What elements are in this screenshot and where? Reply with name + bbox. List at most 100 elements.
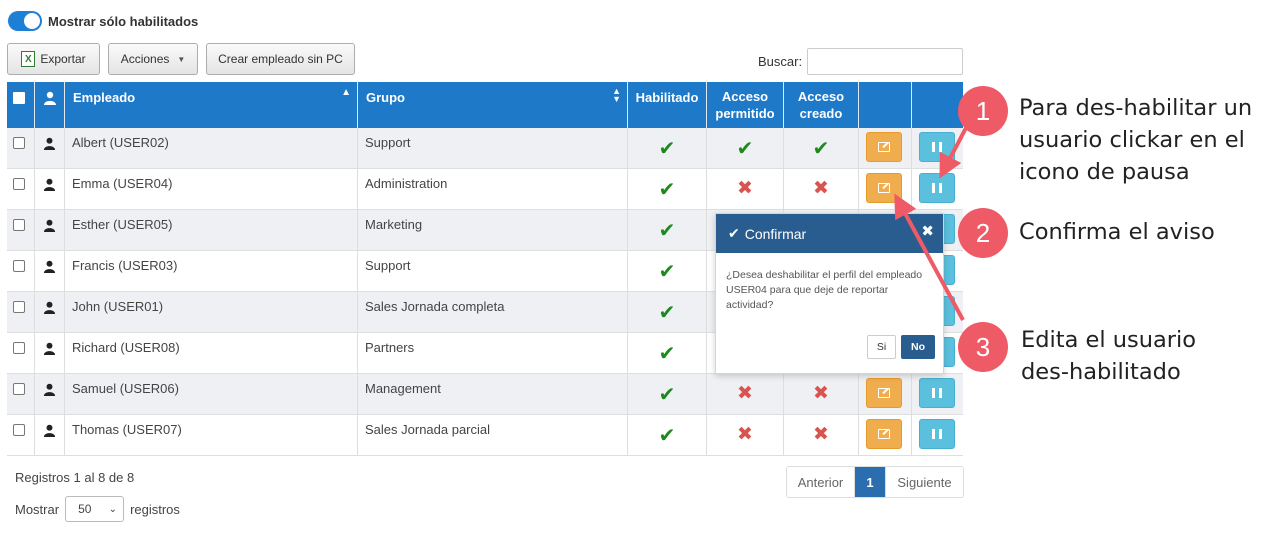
user-icon <box>43 219 56 232</box>
row-select-cell <box>7 251 35 291</box>
confirm-message: ¿Desea deshabilitar el perfil del emplea… <box>726 269 923 311</box>
access-created-header-line2: creado <box>799 106 843 121</box>
enabled-cell: ✔ <box>628 333 707 373</box>
enabled-cell: ✔ <box>628 374 707 414</box>
user-type-cell <box>35 374 65 414</box>
group-cell: Administration <box>358 169 628 209</box>
page-size-select[interactable]: 50 ⌄ <box>65 496 125 522</box>
edit-icon <box>878 429 890 439</box>
step-badge-1: 1 <box>958 86 1008 136</box>
group-column-header[interactable]: Grupo ▲ ▼ <box>358 82 628 128</box>
next-page-button[interactable]: Siguiente <box>886 467 963 497</box>
access-created-header-line1: Acceso <box>797 89 845 104</box>
edit-button[interactable] <box>866 132 902 162</box>
edit-icon <box>878 183 890 193</box>
toggle-knob <box>24 13 40 29</box>
group-cell: Partners <box>358 333 628 373</box>
employee-cell: Albert (USER02) <box>65 128 358 168</box>
pause-button[interactable] <box>919 378 955 408</box>
pause-icon <box>932 142 942 152</box>
pause-cell <box>912 128 963 168</box>
page-1-button[interactable]: 1 <box>855 467 886 497</box>
group-cell: Marketing <box>358 210 628 250</box>
access-allowed-cell: ✖ <box>707 169 784 209</box>
row-checkbox[interactable] <box>13 137 25 149</box>
row-checkbox[interactable] <box>13 301 25 313</box>
access-created-check-icon: ✔ <box>812 138 830 160</box>
enabled-check-icon: ✔ <box>658 425 676 447</box>
create-employee-button[interactable]: Crear empleado sin PC <box>206 43 355 75</box>
page-size-control: Mostrar 50 ⌄ registros <box>15 496 180 522</box>
table-row: Albert (USER02) Support ✔ ✔ ✔ <box>7 128 963 169</box>
access-created-cell: ✖ <box>784 374 859 414</box>
enabled-check-icon: ✔ <box>658 138 676 160</box>
step-badge-3: 3 <box>958 322 1008 372</box>
select-all-header[interactable] <box>7 82 35 128</box>
access-allowed-check-icon: ✔ <box>736 138 754 160</box>
access-allowed-cell: ✔ <box>707 128 784 168</box>
row-checkbox[interactable] <box>13 178 25 190</box>
row-checkbox[interactable] <box>13 219 25 231</box>
select-all-checkbox[interactable] <box>13 92 25 104</box>
edit-icon <box>878 388 890 398</box>
step-note-1: Para des-habilitar un usuario clickar en… <box>1019 92 1252 188</box>
row-checkbox[interactable] <box>13 424 25 436</box>
access-allowed-cross-icon: ✖ <box>737 424 753 445</box>
row-select-cell <box>7 415 35 455</box>
group-cell: Management <box>358 374 628 414</box>
enabled-only-toggle[interactable] <box>8 11 42 31</box>
enabled-cell: ✔ <box>628 128 707 168</box>
pagination: Anterior 1 Siguiente <box>786 466 964 498</box>
edit-icon <box>878 142 890 152</box>
edit-button[interactable] <box>866 378 902 408</box>
row-checkbox[interactable] <box>13 342 25 354</box>
employee-cell: Esther (USER05) <box>65 210 358 250</box>
row-checkbox[interactable] <box>13 383 25 395</box>
user-type-cell <box>35 415 65 455</box>
enabled-only-filter[interactable]: Mostrar sólo habilitados <box>8 11 198 31</box>
user-icon <box>43 260 56 273</box>
table-row: Samuel (USER06) Management ✔ ✖ ✖ <box>7 374 963 415</box>
enabled-check-icon: ✔ <box>658 384 676 406</box>
confirm-no-button[interactable]: No <box>901 335 935 359</box>
employee-cell: Thomas (USER07) <box>65 415 358 455</box>
access-allowed-cross-icon: ✖ <box>737 383 753 404</box>
row-select-cell <box>7 374 35 414</box>
edit-button[interactable] <box>866 173 902 203</box>
row-checkbox[interactable] <box>13 260 25 272</box>
enabled-check-icon: ✔ <box>658 261 676 283</box>
access-allowed-cross-icon: ✖ <box>737 178 753 199</box>
edit-cell <box>859 128 912 168</box>
user-icon <box>43 137 56 150</box>
employee-column-header[interactable]: Empleado ▲ <box>65 82 358 128</box>
enabled-check-icon: ✔ <box>658 343 676 365</box>
confirm-header: ✔ Confirmar ✖ <box>716 214 943 253</box>
step-1-line-3: icono de pausa <box>1019 159 1190 185</box>
row-select-cell <box>7 128 35 168</box>
enabled-cell: ✔ <box>628 415 707 455</box>
user-icon <box>43 178 56 191</box>
search-input[interactable] <box>807 48 963 75</box>
step-1-line-1: Para des-habilitar un <box>1019 95 1253 121</box>
access-created-cross-icon: ✖ <box>813 383 829 404</box>
export-button[interactable]: X Exportar <box>7 43 100 75</box>
enabled-header-label: Habilitado <box>635 90 699 105</box>
access-allowed-column-header: Acceso permitido <box>707 82 784 128</box>
user-type-cell <box>35 210 65 250</box>
access-created-column-header: Acceso creado <box>784 82 859 128</box>
close-icon[interactable]: ✖ <box>921 222 934 240</box>
pause-button[interactable] <box>919 173 955 203</box>
pause-button[interactable] <box>919 419 955 449</box>
pause-column-header <box>912 82 963 128</box>
previous-page-button[interactable]: Anterior <box>787 467 855 497</box>
edit-cell <box>859 374 912 414</box>
group-cell: Support <box>358 251 628 291</box>
pause-cell <box>912 169 963 209</box>
pause-button[interactable] <box>919 132 955 162</box>
step-badge-2: 2 <box>958 208 1008 258</box>
edit-button[interactable] <box>866 419 902 449</box>
step-2-line-1: Confirma el aviso <box>1019 219 1215 245</box>
confirm-yes-button[interactable]: Si <box>867 335 896 359</box>
actions-dropdown[interactable]: Acciones ▼ <box>108 43 198 75</box>
access-created-cell: ✔ <box>784 128 859 168</box>
